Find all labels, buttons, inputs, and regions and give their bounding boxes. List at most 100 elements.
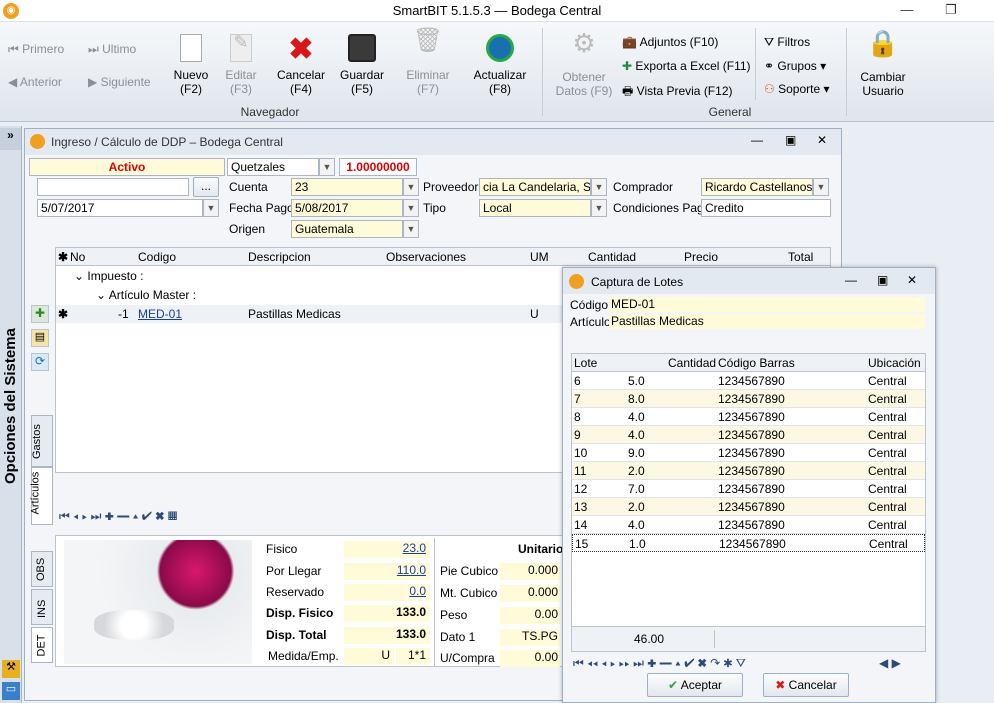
col-cantidad[interactable]: Cantidad — [668, 356, 716, 370]
fecha-field[interactable]: 5/07/2017 — [37, 199, 203, 217]
moneda-select[interactable]: Quetzales — [227, 158, 319, 176]
actualizar-button[interactable]: Actualizar (F8) — [468, 34, 532, 96]
table-row[interactable]: 13 2.0 1234567890 Central — [572, 498, 925, 516]
folder-icon[interactable]: ▤ — [31, 329, 49, 347]
col-um[interactable]: UM — [530, 250, 549, 264]
condiciones-field[interactable]: Credito — [701, 199, 831, 217]
table-row[interactable]: 7 8.0 1234567890 Central — [572, 390, 925, 408]
chevron-down-icon[interactable]: ▼ — [813, 178, 829, 196]
soporte-dropdown[interactable]: ⚇ Soporte ▾ — [764, 82, 829, 96]
table-row[interactable]: 11 2.0 1234567890 Central — [572, 462, 925, 480]
table-row-selected[interactable]: 15 1.0 1234567890 Central — [572, 534, 925, 552]
lotes-scroll-arrows[interactable]: ◀ ▶ — [879, 656, 901, 670]
row-codigo-link[interactable]: MED-01 — [138, 307, 182, 321]
tab-gastos[interactable]: Gastos — [31, 415, 53, 467]
col-descripcion[interactable]: Descripcion — [248, 250, 311, 264]
tab-articulos[interactable]: Artículos — [30, 467, 53, 525]
group-impuesto[interactable]: ⌄ Impuesto : — [74, 269, 143, 283]
nuevo-button[interactable]: Nuevo (F2) — [166, 34, 216, 96]
chevron-down-icon[interactable]: ▼ — [403, 199, 419, 217]
lotes-table: Lote Cantidad Código Barras Ubicación 6 5… — [571, 353, 926, 639]
vista-previa-button[interactable]: 🖶 Vista Previa (F12) — [622, 82, 732, 103]
ingreso-close-button[interactable]: ✕ — [817, 133, 827, 147]
cancelar-toolbar-button[interactable]: ✖ Cancelar (F4) — [272, 34, 330, 97]
ucompra-label: U/Compra — [440, 651, 495, 665]
col-codigo[interactable]: Codigo — [138, 250, 176, 264]
dialog-logo-icon — [569, 274, 584, 289]
obtener-label: Obtener — [562, 70, 606, 84]
lotes-navigator[interactable]: ⏮ ◂◂ ◂ ▸ ▸▸ ⏭ ✚ ━ ▴ ✔ ✖ ↷ ✱ ⛛ — [573, 656, 746, 671]
filtros-button[interactable]: ⛛ Filtros — [764, 35, 810, 50]
col-lote[interactable]: Lote — [574, 356, 597, 370]
primero-button[interactable]: ⏮ Primero — [8, 42, 64, 57]
tab-ins[interactable]: INS — [31, 589, 53, 625]
chevron-down-icon[interactable]: ▼ — [591, 178, 607, 196]
col-codigo-barras[interactable]: Código Barras — [718, 356, 795, 370]
chevron-down-icon[interactable]: ▼ — [591, 199, 607, 217]
comprador-field[interactable]: Ricardo Castellanos — [701, 178, 813, 196]
asterisk-icon: ✱ — [58, 307, 69, 321]
table-row[interactable]: 9 4.0 1234567890 Central — [572, 426, 925, 444]
chevron-down-icon[interactable]: ▼ — [403, 220, 419, 238]
exporta-excel-button[interactable]: ✚ Exporta a Excel (F11) — [622, 59, 751, 73]
origen-field[interactable]: Guatemala — [291, 220, 403, 238]
last-icon: ⏭ — [88, 42, 103, 56]
ingreso-restore-button[interactable]: ▣ — [785, 133, 796, 147]
tipo-field[interactable]: Local — [479, 199, 591, 217]
proveedor-field[interactable]: cia La Candelaria, S.A. — [479, 178, 591, 196]
monitor-icon[interactable]: ▭ — [2, 682, 20, 700]
fecha-pago-label: Fecha Pago — [229, 201, 294, 215]
minimize-button[interactable]: — — [892, 2, 922, 20]
cuenta-field[interactable]: 23 — [291, 178, 403, 196]
mt-cubico-label: Mt. Cubico — [440, 586, 498, 600]
col-precio[interactable]: Precio — [684, 250, 718, 264]
por-llegar-value[interactable]: 110.0 — [344, 563, 430, 580]
col-cantidad[interactable]: Cantidad — [588, 250, 636, 264]
table-row[interactable]: 8 4.0 1234567890 Central — [572, 408, 925, 426]
lotes-restore-button[interactable]: ▣ — [877, 273, 888, 287]
anterior-button[interactable]: ◀ Anterior — [8, 75, 62, 89]
table-row[interactable]: 6 5.0 1234567890 Central — [572, 372, 925, 390]
aceptar-button[interactable]: ✔ Aceptar — [647, 673, 743, 697]
obtener-datos-button[interactable]: ⚙ Obtener Datos (F9) — [552, 30, 616, 98]
col-observaciones[interactable]: Observaciones — [386, 250, 466, 264]
siguiente-button[interactable]: ▶ Siguiente — [88, 75, 151, 89]
fisico-value[interactable]: 23.0 — [344, 541, 430, 558]
sidebar-tool-icon[interactable]: ⚒ — [2, 660, 20, 678]
row-no: -1 — [118, 307, 129, 321]
restore-button[interactable]: ❐ — [936, 2, 966, 20]
lotes-close-button[interactable]: ✕ — [907, 273, 917, 287]
reservado-value[interactable]: 0.0 — [344, 584, 430, 601]
ultimo-button[interactable]: ⏭ Ultimo — [88, 42, 136, 57]
col-total[interactable]: Total — [788, 250, 813, 264]
expand-sidebar-button[interactable]: » — [0, 128, 21, 150]
refresh-icon[interactable]: ⟳ — [31, 353, 49, 371]
ellipsis-button[interactable]: ... — [193, 177, 219, 197]
excel-icon[interactable]: ✚ — [31, 305, 49, 323]
chevron-down-icon[interactable]: ▼ — [319, 158, 335, 176]
ingreso-minimize-button[interactable]: — — [751, 133, 763, 147]
tasa-cambio-field[interactable]: 1.00000000 — [339, 158, 417, 176]
tab-obs[interactable]: OBS — [31, 551, 53, 587]
cancelar-dialog-button[interactable]: ✖ Cancelar — [763, 673, 849, 697]
table-row[interactable]: 12 7.0 1234567890 Central — [572, 480, 925, 498]
eliminar-button[interactable]: 🗑 Eliminar (F7) — [400, 29, 456, 97]
chevron-down-icon[interactable]: ▼ — [203, 199, 219, 217]
cambiar-usuario-button[interactable]: 🔒 Cambiar Usuario — [854, 30, 912, 98]
col-no[interactable]: No — [70, 250, 85, 264]
grupos-dropdown[interactable]: ⚭ Grupos ▾ — [764, 59, 826, 73]
sidebar-title[interactable]: Opciones del Sistema — [2, 328, 19, 484]
table-row[interactable]: 14 4.0 1234567890 Central — [572, 516, 925, 534]
guardar-button[interactable]: Guardar (F5) — [334, 34, 390, 96]
fecha-pago-field[interactable]: 5/08/2017 — [291, 199, 403, 217]
grid-navigator[interactable]: ⏮ ◂ ▸ ⏭ ✚ ━ ▴ ✔ ✖ ▦ — [59, 509, 559, 524]
table-row[interactable]: 10 9.0 1234567890 Central — [572, 444, 925, 462]
col-ubicacion[interactable]: Ubicación — [868, 356, 921, 370]
group-articulo-master[interactable]: ⌄ Artículo Master : — [96, 288, 196, 302]
editar-button[interactable]: ✎ Editar (F3) — [216, 33, 266, 96]
tab-det[interactable]: DET — [31, 627, 53, 663]
lotes-minimize-button[interactable]: — — [845, 273, 857, 287]
adjuntos-button[interactable]: 💼 Adjuntos (F10) — [622, 35, 718, 49]
documento-input[interactable] — [37, 178, 189, 196]
chevron-down-icon[interactable]: ▼ — [403, 178, 419, 196]
